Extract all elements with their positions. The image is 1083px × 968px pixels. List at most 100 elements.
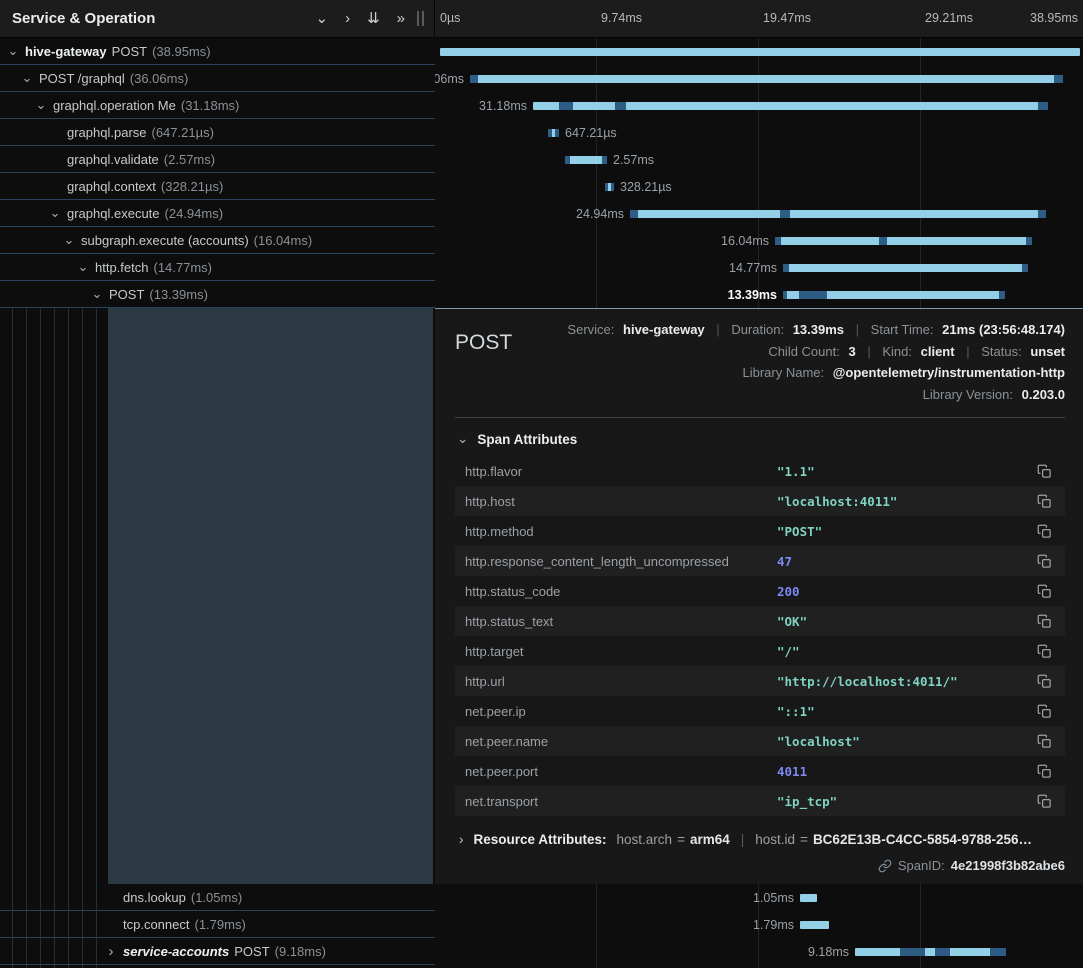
timeline-tick: 9.74ms	[601, 11, 642, 25]
panel-resize-handle[interactable]	[417, 11, 424, 26]
span-row[interactable]: dns.lookup (1.05ms) 1.05ms	[0, 884, 1083, 911]
chevron-right-icon[interactable]: ›	[345, 11, 350, 26]
span-row-label[interactable]: graphql.parse (647.21µs)	[0, 119, 435, 146]
expander-icon[interactable]	[104, 943, 118, 960]
span-row-label[interactable]: graphql.execute (24.94ms)	[0, 200, 435, 227]
copy-icon[interactable]	[1037, 704, 1055, 719]
span-bar-segment	[548, 129, 552, 137]
span-bar-segment	[630, 210, 638, 218]
span-row-label[interactable]: graphql.operation Me (31.18ms)	[0, 92, 435, 119]
resource-separator: |	[741, 832, 745, 847]
copy-icon[interactable]	[1037, 674, 1055, 689]
copy-icon[interactable]	[1037, 794, 1055, 809]
span-row[interactable]: graphql.validate (2.57ms) 2.57ms	[0, 146, 1083, 173]
span-row[interactable]: service-accounts POST (9.18ms) 9.18ms	[0, 938, 1083, 965]
timeline-tick: 19.47ms	[763, 11, 811, 25]
expander-icon[interactable]	[62, 232, 76, 248]
span-meta: Service: hive-gateway | Duration: 13.39m…	[567, 319, 1065, 405]
expander-icon[interactable]	[34, 97, 48, 113]
span-row-label[interactable]: subgraph.execute (accounts) (16.04ms)	[0, 227, 435, 254]
copy-icon[interactable]	[1037, 494, 1055, 509]
indent-guide	[68, 308, 69, 968]
span-row[interactable]: subgraph.execute (accounts) (16.04ms) 16…	[0, 227, 1083, 254]
copy-icon[interactable]	[1037, 554, 1055, 569]
span-bar[interactable]	[630, 210, 1046, 218]
span-row-label[interactable]: graphql.context (328.21µs)	[0, 173, 435, 200]
span-bar-segment	[783, 291, 787, 299]
expander-icon[interactable]	[48, 205, 62, 221]
operation-name: POST	[234, 944, 269, 959]
copy-icon[interactable]	[1037, 614, 1055, 629]
span-row[interactable]: hive-gateway POST (38.95ms)	[0, 38, 1083, 65]
span-attributes-header[interactable]: ⌄ Span Attributes	[457, 431, 1065, 447]
span-row[interactable]: tcp.connect (1.79ms) 1.79ms	[0, 911, 1083, 938]
copy-icon[interactable]	[1037, 524, 1055, 539]
span-bar[interactable]	[605, 183, 614, 191]
span-bar[interactable]	[775, 237, 1032, 245]
duration-label: 647.21µs	[565, 126, 617, 140]
span-row-label[interactable]: POST (13.39ms)	[0, 281, 435, 308]
span-row[interactable]: graphql.context (328.21µs) 328.21µs	[0, 173, 1083, 200]
duration-label: 14.77ms	[697, 261, 777, 275]
copy-icon[interactable]	[1037, 734, 1055, 749]
expander-icon[interactable]	[6, 43, 20, 59]
collapse-all-icon[interactable]: ⇊	[367, 11, 380, 26]
span-duration: (647.21µs)	[152, 125, 214, 140]
span-row-label[interactable]: tcp.connect (1.79ms)	[0, 911, 435, 938]
span-bar[interactable]	[548, 129, 559, 137]
span-row-label[interactable]: POST /graphql (36.06ms)	[0, 65, 435, 92]
copy-icon[interactable]	[1037, 464, 1055, 479]
copy-icon[interactable]	[1037, 584, 1055, 599]
span-row[interactable]: POST /graphql (36.06ms) 36.06ms	[0, 65, 1083, 92]
attribute-row: http.target "/"	[455, 636, 1065, 666]
copy-icon[interactable]	[1037, 764, 1055, 779]
resource-attributes-row[interactable]: › Resource Attributes: host.arch = arm64…	[455, 832, 1065, 847]
chevron-down-icon[interactable]: ⌄	[457, 431, 468, 447]
span-row[interactable]: POST (13.39ms) 13.39ms	[0, 281, 1083, 308]
span-bar[interactable]	[783, 264, 1028, 272]
span-row-label[interactable]: hive-gateway POST (38.95ms)	[0, 38, 435, 65]
span-bar[interactable]	[783, 291, 1005, 299]
duration-label: 1.05ms	[714, 891, 794, 905]
span-bar-segment	[935, 948, 950, 956]
span-bar[interactable]	[470, 75, 1063, 83]
span-row-label[interactable]: graphql.validate (2.57ms)	[0, 146, 435, 173]
span-row[interactable]: graphql.execute (24.94ms) 24.94ms	[0, 200, 1083, 227]
chevron-right-icon[interactable]: ›	[459, 832, 464, 847]
span-row[interactable]: graphql.parse (647.21µs) 647.21µs	[0, 119, 1083, 146]
expander-icon[interactable]	[90, 286, 104, 302]
meta-pair: Service: hive-gateway	[567, 322, 708, 337]
resource-key: host.arch	[617, 832, 673, 847]
resource-attributes-title: Resource Attributes:	[474, 832, 607, 847]
attribute-row: http.host "localhost:4011"	[455, 486, 1065, 516]
meta-pair: Library Name: @opentelemetry/instrumenta…	[742, 365, 1065, 380]
span-timeline-cell: 9.18ms	[435, 938, 1083, 965]
meta-key: Library Version:	[923, 387, 1013, 402]
span-row-label[interactable]: service-accounts POST (9.18ms)	[0, 938, 435, 965]
span-bar[interactable]	[440, 48, 1080, 56]
span-row[interactable]: graphql.operation Me (31.18ms) 31.18ms	[0, 92, 1083, 119]
attribute-key: http.target	[465, 644, 777, 659]
expander-icon[interactable]	[76, 259, 90, 275]
meta-key: Start Time:	[871, 322, 934, 337]
span-bar-segment	[900, 948, 925, 956]
span-bar[interactable]	[565, 156, 607, 164]
span-bar[interactable]	[533, 102, 1048, 110]
meta-key: Child Count:	[768, 344, 840, 359]
span-bar[interactable]	[855, 948, 1006, 956]
attribute-key: http.host	[465, 494, 777, 509]
span-bar-segment	[879, 237, 887, 245]
expander-icon[interactable]	[20, 70, 34, 86]
expand-all-icon[interactable]: »	[397, 11, 405, 26]
operation-name: graphql.execute	[67, 206, 160, 221]
span-row-label[interactable]: http.fetch (14.77ms)	[0, 254, 435, 281]
span-duration: (9.18ms)	[275, 944, 326, 959]
chevron-down-icon[interactable]: ⌄	[316, 11, 329, 26]
span-bar[interactable]	[800, 894, 817, 902]
span-row[interactable]: http.fetch (14.77ms) 14.77ms	[0, 254, 1083, 281]
span-row-label[interactable]: dns.lookup (1.05ms)	[0, 884, 435, 911]
span-bar[interactable]	[800, 921, 829, 929]
link-icon[interactable]	[878, 859, 892, 873]
attribute-row: http.method "POST"	[455, 516, 1065, 546]
copy-icon[interactable]	[1037, 644, 1055, 659]
